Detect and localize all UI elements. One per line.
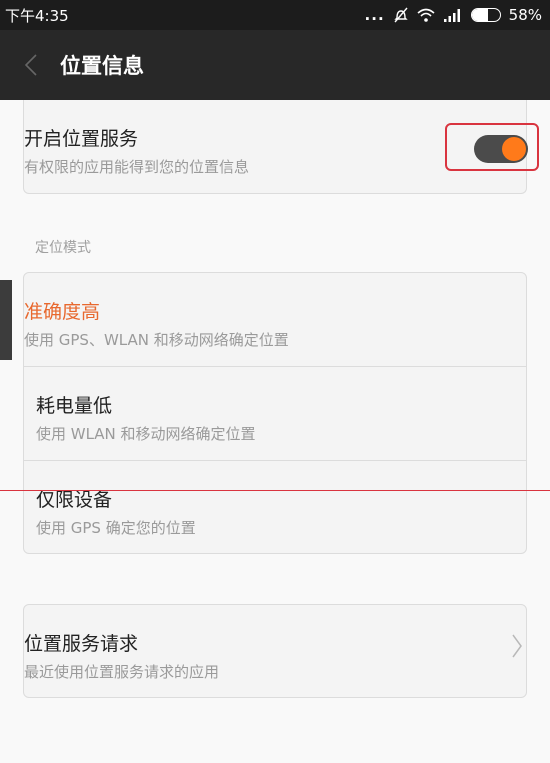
battery-fill (471, 9, 488, 21)
location-mode-card: 准确度高 使用 GPS、WLAN 和移动网络确定位置 耗电量低 使用 WLAN … (23, 272, 527, 554)
location-requests-card[interactable]: 位置服务请求 最近使用位置服务请求的应用 (23, 604, 527, 698)
location-requests-row[interactable]: 位置服务请求 最近使用位置服务请求的应用 (24, 605, 526, 699)
back-button[interactable] (24, 53, 54, 77)
battery-percent: 58% (508, 6, 542, 24)
page-title: 位置信息 (60, 54, 144, 78)
mode-option-device-only[interactable]: 仅限设备 使用 GPS 确定您的位置 (24, 460, 526, 553)
app-bar: 位置信息 (0, 30, 550, 100)
mode-section-label: 定位模式 (35, 240, 91, 256)
mode-option-title: 准确度高 (24, 301, 101, 323)
battery-icon (470, 8, 501, 22)
status-icons: ... 58% (365, 6, 542, 24)
mode-option-battery-saving[interactable]: 耗电量低 使用 WLAN 和移动网络确定位置 (24, 366, 526, 460)
location-toggle[interactable] (474, 135, 528, 163)
toggle-knob (502, 137, 526, 161)
notification-dots: ... (364, 6, 385, 24)
chevron-left-icon (24, 54, 37, 76)
annotation-line (0, 490, 550, 491)
mode-option-subtitle: 使用 WLAN 和移动网络确定位置 (36, 425, 256, 443)
mode-option-title: 耗电量低 (36, 395, 113, 417)
status-time: 下午4:35 (5, 6, 69, 25)
mode-option-high-accuracy[interactable]: 准确度高 使用 GPS、WLAN 和移动网络确定位置 (24, 273, 526, 366)
edge-handle[interactable] (0, 280, 12, 360)
location-requests-title: 位置服务请求 (24, 633, 139, 655)
wifi-icon (417, 8, 435, 22)
status-bar: 下午4:35 ... 58% (0, 0, 550, 30)
location-requests-subtitle: 最近使用位置服务请求的应用 (24, 663, 220, 681)
signal-icon (443, 9, 460, 22)
mute-icon (393, 7, 408, 23)
chevron-right-icon (512, 634, 522, 658)
mode-option-subtitle: 使用 GPS、WLAN 和移动网络确定位置 (24, 331, 289, 349)
mode-option-subtitle: 使用 GPS 确定您的位置 (36, 519, 196, 537)
toggle-highlight-box (445, 123, 539, 171)
